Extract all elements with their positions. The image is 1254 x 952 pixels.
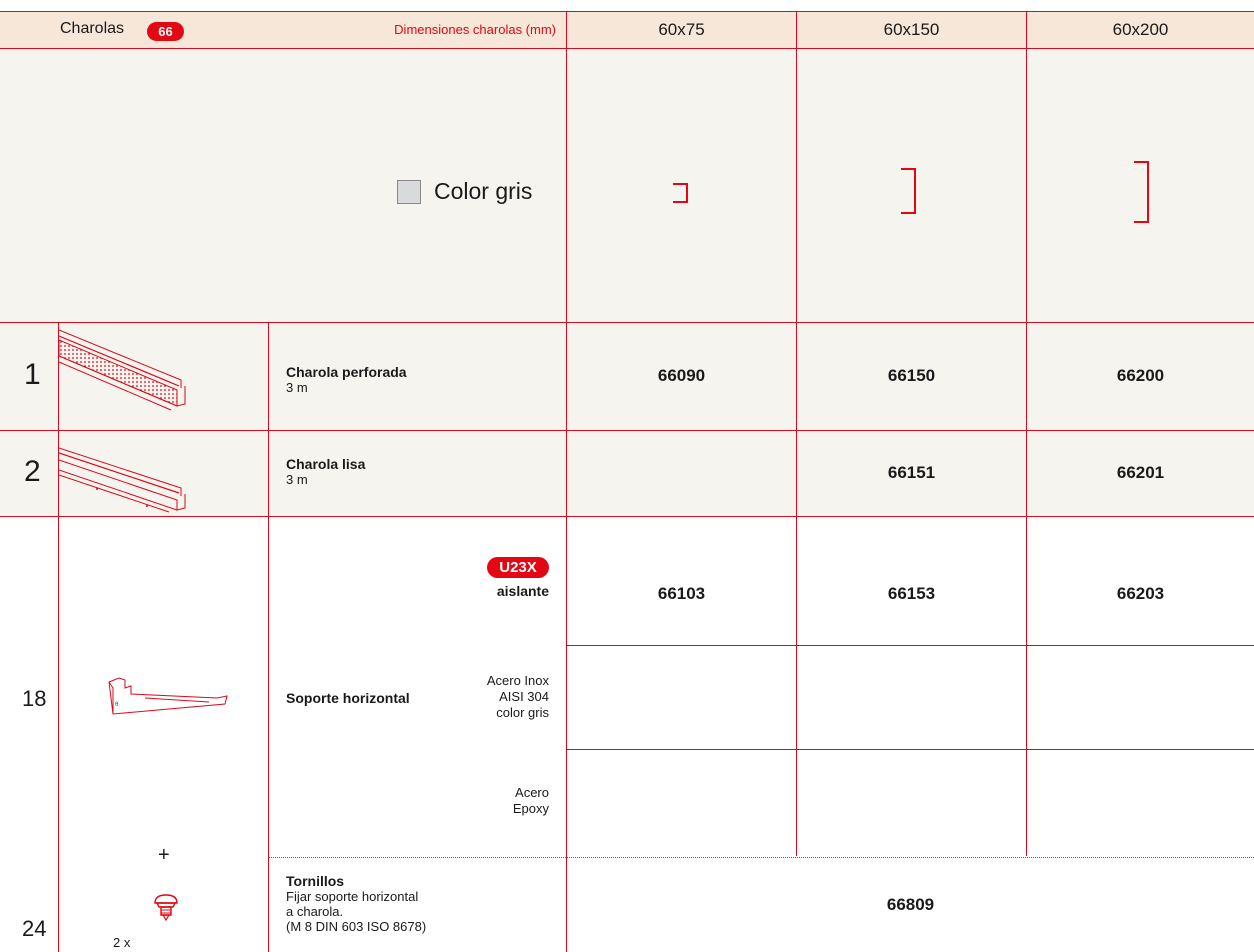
row-number: 24: [22, 916, 47, 941]
code-cell: 66200: [1116, 366, 1165, 385]
plus-sign: +: [158, 844, 170, 866]
row-number: 2: [24, 455, 41, 488]
code-cell: 66153: [887, 584, 936, 603]
color-swatch: [397, 180, 421, 204]
code-cell: 66203: [1116, 584, 1165, 603]
code-cell: 66151: [887, 463, 936, 482]
column-header-3: 60x200: [1112, 19, 1169, 39]
profile-60x200-icon: [1134, 161, 1149, 223]
code-cell: 66090: [657, 366, 706, 385]
solid-tray-icon: [59, 447, 186, 513]
product-description: Fijar soporte horizontal a charola. (M 8…: [286, 889, 427, 934]
code-cell: [567, 430, 796, 516]
dimensions-label: Dimensiones charolas (mm): [394, 22, 556, 37]
product-length: 3 m: [286, 380, 308, 395]
perforated-tray-icon: [59, 329, 186, 411]
row-number: 18: [22, 686, 47, 711]
code-cell: 66201: [1116, 463, 1165, 482]
code-cell: 66103: [657, 584, 706, 603]
page-title: Charolas: [60, 20, 125, 37]
variant-label: aislante: [496, 583, 549, 599]
bolt-icon: [154, 894, 178, 922]
product-name: Charola perforada: [286, 364, 407, 380]
u23x-badge: U23X: [487, 557, 549, 578]
row-number: 1: [24, 358, 41, 391]
code-cell: 66150: [887, 366, 936, 385]
column-header-2: 60x150: [883, 19, 940, 39]
variant-label: Acero Epoxy: [512, 785, 549, 816]
code-cell: 66809: [886, 895, 935, 914]
product-name: Charola lisa: [286, 456, 366, 472]
horizontal-bracket-icon: θ: [108, 677, 228, 715]
svg-text:θ: θ: [115, 702, 119, 708]
product-name: Tornillos: [286, 873, 345, 889]
product-length: 3 m: [286, 472, 308, 487]
color-label: Color gris: [434, 178, 533, 204]
variant-label: Acero Inox AISI 304 color gris: [486, 673, 549, 720]
product-name: Soporte horizontal: [286, 690, 410, 706]
section-badge: 66: [147, 22, 184, 41]
profile-60x150-icon: [901, 168, 916, 214]
color-row: [0, 48, 1254, 322]
profile-60x75-icon: [673, 183, 688, 203]
quantity-label: 2 x: [113, 935, 131, 950]
column-header-1: 60x75: [658, 19, 705, 39]
